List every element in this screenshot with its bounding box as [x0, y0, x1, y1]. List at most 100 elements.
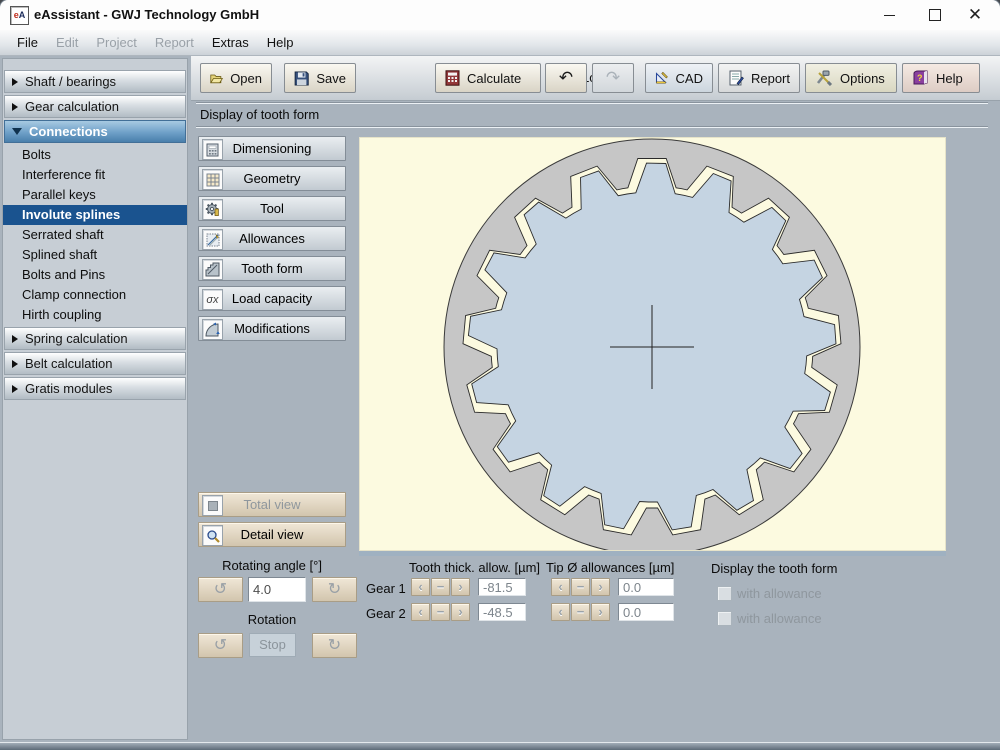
sidebar-section-gratis-modules[interactable]: Gratis modules	[4, 377, 186, 400]
sidebar-item-bolts[interactable]: Bolts	[3, 145, 187, 165]
close-button[interactable]: ✕	[960, 4, 990, 26]
chevron-right-icon: ›	[598, 604, 603, 619]
minimize-button[interactable]	[874, 4, 904, 26]
tool-button[interactable]: Tool	[198, 196, 346, 221]
calculator-icon	[445, 70, 460, 86]
folder-open-icon	[210, 74, 224, 83]
save-button[interactable]: Save	[284, 63, 356, 93]
with-allowance-label-1: with allowance	[737, 586, 822, 601]
gear1-thickness-zero-button[interactable]: −	[431, 578, 450, 596]
app-window: eA eAssistant - GWJ Technology GmbH ✕ Fi…	[0, 0, 1000, 750]
gear2-tip-inc-button[interactable]: ›	[591, 603, 610, 621]
menu-extras[interactable]: Extras	[203, 30, 258, 55]
sidebar-item-splined-shaft[interactable]: Splined shaft	[3, 245, 187, 265]
sidebar-section-connections[interactable]: Connections	[4, 120, 186, 143]
rotating-angle-label: Rotating angle [°]	[222, 558, 322, 573]
menu-bar: File Edit Project Report Extras Help	[0, 30, 1000, 56]
report-button[interactable]: Report	[718, 63, 800, 93]
cad-button[interactable]: CAD	[645, 63, 713, 93]
help-book-icon: ?	[913, 70, 928, 85]
gear1-label: Gear 1	[366, 581, 406, 596]
help-button[interactable]: ? Help	[902, 63, 980, 93]
rotate-cw-icon: ↻	[327, 637, 342, 654]
gear2-label: Gear 2	[366, 606, 406, 621]
expanded-arrow-icon	[12, 128, 22, 135]
gear1-tip-inc-button[interactable]: ›	[591, 578, 610, 596]
menu-project: Project	[96, 35, 137, 50]
sidebar-section-shaft-bearings[interactable]: Shaft / bearings	[4, 70, 186, 93]
rotate-cw-button[interactable]: ↻	[312, 577, 357, 602]
gear1-tip-input[interactable]	[618, 578, 674, 596]
gear1-thickness-dec-button[interactable]: ‹	[411, 578, 430, 596]
svg-text:?: ?	[917, 73, 923, 83]
gear2-tip-zero-button[interactable]: −	[571, 603, 590, 621]
chevron-left-icon: ‹	[418, 579, 423, 594]
gear2-thickness-input[interactable]	[478, 603, 526, 621]
sidebar-item-serrated-shaft[interactable]: Serrated shaft	[3, 225, 187, 245]
options-button[interactable]: Options	[805, 63, 897, 93]
rotate-ccw-icon: ↺	[213, 637, 228, 654]
rotation-ccw-button[interactable]: ↺	[198, 633, 243, 658]
menu-edit: Edit	[55, 35, 79, 50]
gear2-thickness-zero-button[interactable]: −	[431, 603, 450, 621]
redo-button: ↷	[592, 63, 634, 93]
floppy-disk-icon	[294, 70, 309, 86]
title-bar: eA eAssistant - GWJ Technology GmbH ✕	[0, 0, 1000, 31]
menu-file[interactable]: File	[8, 30, 47, 55]
gear1-thickness-inc-button[interactable]: ›	[451, 578, 470, 596]
gear1-tip-zero-button[interactable]: −	[571, 578, 590, 596]
sidebar-item-clamp-connection[interactable]: Clamp connection	[3, 285, 187, 305]
divider	[196, 102, 988, 104]
detail-view-button[interactable]: Detail view	[198, 522, 346, 547]
with-allowance-label-2: with allowance	[737, 611, 822, 626]
sidebar-section-belt-calculation[interactable]: Belt calculation	[4, 352, 186, 375]
with-allowance-checkbox-2	[717, 611, 732, 626]
sidebar-item-hirth-coupling[interactable]: Hirth coupling	[3, 305, 187, 325]
tooth-form-button[interactable]: Tooth form	[198, 256, 346, 281]
maximize-icon	[929, 9, 941, 21]
modifications-button[interactable]: Modifications	[198, 316, 346, 341]
sidebar-item-involute-splines[interactable]: Involute splines	[3, 205, 187, 225]
minus-icon: −	[436, 579, 445, 594]
maximize-button[interactable]	[920, 4, 950, 26]
sidebar-item-bolts-and-pins[interactable]: Bolts and Pins	[3, 265, 187, 285]
chevron-right-icon: ›	[458, 604, 463, 619]
dimensioning-button[interactable]: Dimensioning	[198, 136, 346, 161]
gear2-thickness-inc-button[interactable]: ›	[451, 603, 470, 621]
rotation-label: Rotation	[247, 612, 297, 627]
rotating-angle-input[interactable]	[248, 577, 306, 602]
open-button[interactable]: Open	[200, 63, 272, 93]
rotate-ccw-button[interactable]: ↺	[198, 577, 243, 602]
toolbar: Open Save Local Calculate ↶ ↷ CAD Report	[191, 56, 1000, 101]
panel-title: Display of tooth form	[200, 107, 320, 122]
gear2-tip-input[interactable]	[618, 603, 674, 621]
collapsed-arrow-icon	[12, 102, 18, 111]
app-icon: eA	[10, 6, 29, 25]
sidebar-item-parallel-keys[interactable]: Parallel keys	[3, 185, 187, 205]
tooth-form-canvas[interactable]	[359, 137, 946, 556]
rotation-cw-button[interactable]: ↻	[312, 633, 357, 658]
undo-button[interactable]: ↶	[545, 63, 587, 93]
calculate-button[interactable]: Calculate	[435, 63, 541, 93]
sidebar-section-gear-calculation[interactable]: Gear calculation	[4, 95, 186, 118]
gear2-tip-dec-button[interactable]: ‹	[551, 603, 570, 621]
sidebar-item-interference-fit[interactable]: Interference fit	[3, 165, 187, 185]
allowances-button[interactable]: Allowances	[198, 226, 346, 251]
collapsed-arrow-icon	[12, 334, 18, 343]
sidebar-section-spring-calculation[interactable]: Spring calculation	[4, 327, 186, 350]
undo-icon: ↶	[558, 68, 574, 87]
minimize-icon	[883, 15, 895, 16]
menu-help[interactable]: Help	[258, 30, 303, 55]
geometry-button[interactable]: Geometry	[198, 166, 346, 191]
tooth-form-drawing	[443, 138, 861, 556]
load-capacity-button[interactable]: σx Load capacity	[198, 286, 346, 311]
minus-icon: −	[576, 579, 585, 594]
gear2-thickness-dec-button[interactable]: ‹	[411, 603, 430, 621]
collapsed-arrow-icon	[12, 77, 18, 86]
minus-icon: −	[436, 604, 445, 619]
chevron-left-icon: ‹	[558, 579, 563, 594]
canvas-bottom-edge	[359, 551, 946, 556]
gear1-tip-dec-button[interactable]: ‹	[551, 578, 570, 596]
gear1-thickness-input[interactable]	[478, 578, 526, 596]
chevron-left-icon: ‹	[418, 604, 423, 619]
